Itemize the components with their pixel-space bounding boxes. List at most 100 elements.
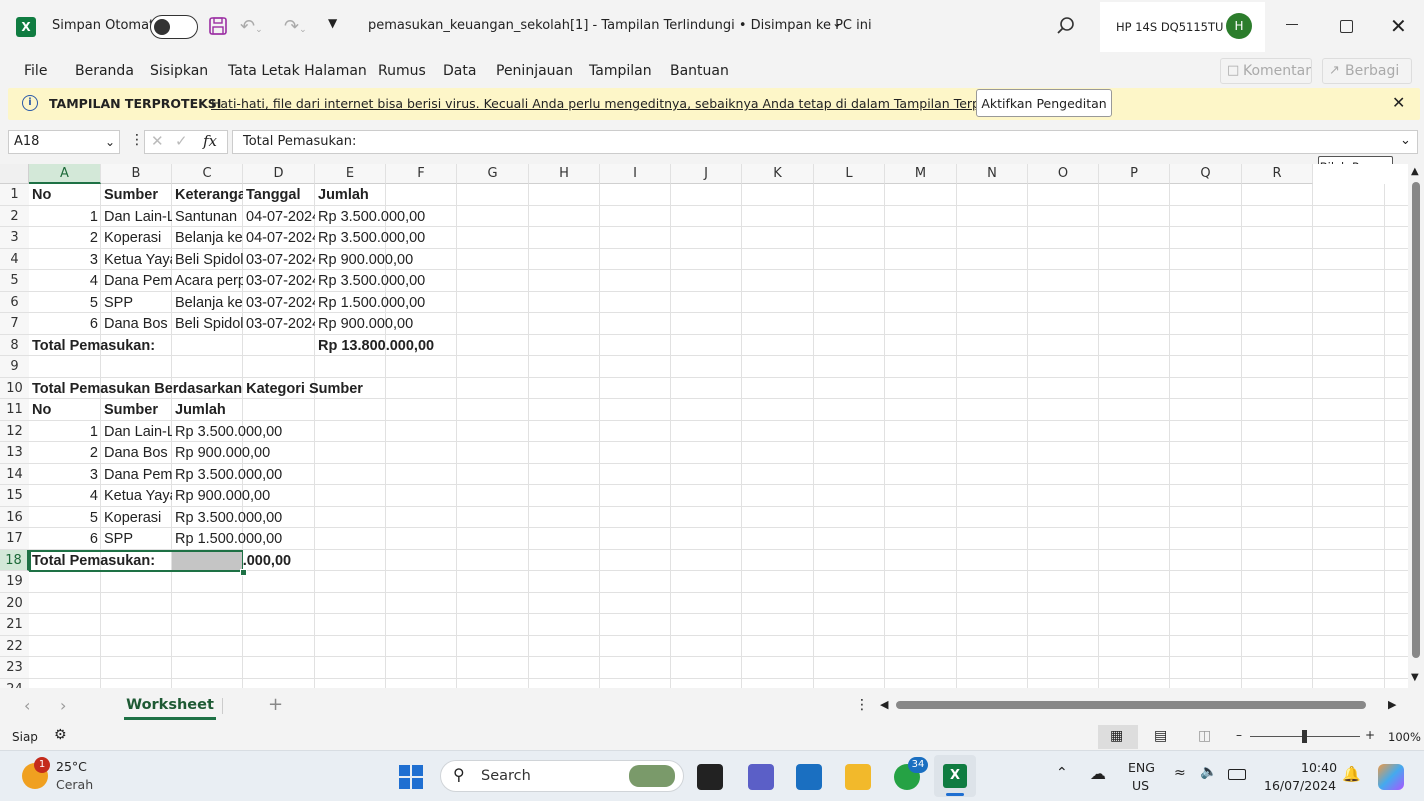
menu-tata-letak[interactable]: Tata Letak Halaman: [228, 63, 367, 79]
menu-tampilan[interactable]: Tampilan: [589, 63, 652, 79]
table1-keterangan[interactable]: Belanja ke: [172, 227, 243, 248]
table2-jumlah[interactable]: Rp 900.000,00: [172, 485, 270, 506]
column-header-m[interactable]: M: [885, 164, 957, 184]
taskbar-search[interactable]: ⚲ Search: [440, 760, 684, 792]
table2-no[interactable]: 6: [29, 528, 101, 549]
wifi-icon[interactable]: ≈: [1174, 765, 1186, 781]
customize-qat-icon[interactable]: ▼: [328, 16, 342, 36]
row-header-7[interactable]: 7: [0, 313, 29, 335]
row-header-11[interactable]: 11: [0, 399, 29, 421]
copilot-icon[interactable]: [1378, 764, 1404, 790]
table1-tanggal[interactable]: 04-07-2024: [243, 227, 315, 248]
page-break-icon[interactable]: ◫: [1198, 728, 1211, 744]
column-header-d[interactable]: D: [243, 164, 315, 184]
row-header-19[interactable]: 19: [0, 571, 29, 593]
menu-rumus[interactable]: Rumus: [378, 63, 426, 79]
table2-jumlah[interactable]: Rp 3.500.000,00: [172, 421, 282, 442]
close-window-button[interactable]: ✕: [1390, 14, 1407, 38]
table2-sumber[interactable]: Ketua Yayasan: [101, 485, 172, 506]
table2-header[interactable]: Sumber: [101, 399, 172, 420]
table2-jumlah[interactable]: Rp 3.500.000,00: [172, 507, 282, 528]
table1-total-label[interactable]: Total Pemasukan:: [29, 335, 155, 356]
table1-header[interactable]: No: [29, 184, 101, 205]
table1-tanggal[interactable]: 03-07-2024: [243, 313, 315, 334]
row-header-6[interactable]: 6: [0, 291, 29, 313]
table2-jumlah[interactable]: Rp 1.500.000,00: [172, 528, 282, 549]
zoom-out-button[interactable]: –: [1236, 728, 1242, 742]
column-header-j[interactable]: J: [671, 164, 742, 184]
table1-keterangan[interactable]: Santunan: [172, 206, 243, 227]
table2-sumber[interactable]: SPP: [101, 528, 172, 549]
row-header-14[interactable]: 14: [0, 463, 29, 485]
horizontal-scrollbar[interactable]: ◀ ▶: [880, 698, 1400, 712]
autosave-toggle[interactable]: [150, 15, 198, 39]
expand-formula-icon[interactable]: ⌄: [1400, 133, 1411, 148]
undo-icon[interactable]: ↶⌄: [240, 16, 268, 37]
column-header-a[interactable]: A: [29, 164, 101, 184]
enable-editing-button[interactable]: Aktifkan Pengeditan: [976, 89, 1112, 117]
add-sheet-button[interactable]: +: [268, 694, 283, 715]
more-options-icon[interactable]: ⋮: [130, 132, 144, 148]
store-icon[interactable]: [796, 764, 822, 790]
table2-header[interactable]: Jumlah: [172, 399, 243, 420]
formula-input[interactable]: Total Pemasukan:: [232, 130, 1418, 154]
zoom-slider-thumb[interactable]: [1302, 730, 1307, 743]
chevron-down-icon[interactable]: ⌄: [105, 131, 115, 153]
table1-header[interactable]: Sumber: [101, 184, 172, 205]
table1-no[interactable]: 4: [29, 270, 101, 291]
battery-icon[interactable]: [1228, 769, 1246, 780]
minimize-button[interactable]: [1286, 24, 1298, 25]
table2-sumber[interactable]: Koperasi: [101, 507, 172, 528]
zoom-level[interactable]: 100%: [1388, 730, 1421, 744]
table1-keterangan[interactable]: Beli Spidol: [172, 249, 243, 270]
close-bar-icon[interactable]: ✕: [1392, 93, 1405, 112]
table2-no[interactable]: 4: [29, 485, 101, 506]
column-header-r[interactable]: R: [1242, 164, 1313, 184]
table1-tanggal[interactable]: 04-07-2024: [243, 206, 315, 227]
row-header-9[interactable]: 9: [0, 356, 29, 378]
teams-icon[interactable]: [748, 764, 774, 790]
table2-sumber[interactable]: Dana Pemerintah: [101, 464, 172, 485]
table1-no[interactable]: 5: [29, 292, 101, 313]
table2-jumlah[interactable]: Rp 900.000,00: [172, 442, 270, 463]
show-hidden-icons[interactable]: ⌃: [1056, 765, 1068, 781]
column-header-c[interactable]: C: [172, 164, 243, 184]
table1-tanggal[interactable]: 03-07-2024: [243, 270, 315, 291]
vertical-scrollbar-track[interactable]: ▲ ▼: [1408, 164, 1424, 688]
table2-no[interactable]: 2: [29, 442, 101, 463]
table1-jumlah[interactable]: Rp 1.500.000,00: [315, 292, 425, 313]
table1-jumlah[interactable]: Rp 3.500.000,00: [315, 227, 425, 248]
zoom-in-button[interactable]: +: [1365, 728, 1375, 742]
table1-jumlah[interactable]: Rp 900.000,00: [315, 313, 413, 334]
row-header-18[interactable]: 18: [0, 549, 29, 571]
column-header-p[interactable]: P: [1099, 164, 1170, 184]
vertical-scroll-thumb[interactable]: [1412, 182, 1420, 658]
restore-button[interactable]: [1340, 20, 1353, 33]
table1-keterangan[interactable]: Acara perpisahan: [172, 270, 243, 291]
table1-keterangan[interactable]: Beli Spidol: [172, 313, 243, 334]
scroll-right-icon[interactable]: ▶: [1388, 698, 1396, 711]
table1-no[interactable]: 6: [29, 313, 101, 334]
table1-sumber[interactable]: Koperasi: [101, 227, 172, 248]
table1-header[interactable]: Keterangan: [172, 184, 243, 205]
cancel-icon[interactable]: ✕: [151, 132, 164, 150]
task-view-icon[interactable]: [697, 764, 723, 790]
menu-beranda[interactable]: Beranda: [75, 63, 134, 79]
prev-sheet-icon[interactable]: ‹: [24, 696, 30, 715]
table1-no[interactable]: 2: [29, 227, 101, 248]
menu-peninjauan[interactable]: Peninjauan: [496, 63, 573, 79]
spreadsheet-grid[interactable]: ABCDEFGHIJKLMNOPQR 1 2 3 4 5 6 7 8 9 10 11 12 13 14 15…: [0, 164, 1408, 688]
row-header-24[interactable]: 24: [0, 678, 29, 688]
column-header-n[interactable]: N: [957, 164, 1028, 184]
column-header-b[interactable]: B: [101, 164, 172, 184]
next-sheet-icon[interactable]: ›: [60, 696, 66, 715]
row-header-16[interactable]: 16: [0, 506, 29, 528]
column-header-i[interactable]: I: [600, 164, 671, 184]
table1-jumlah[interactable]: Rp 3.500.000,00: [315, 270, 425, 291]
name-box[interactable]: A18 ⌄: [8, 130, 120, 154]
normal-view-button[interactable]: ▦: [1098, 725, 1138, 749]
page-layout-icon[interactable]: ▤: [1154, 728, 1167, 744]
scroll-up-icon[interactable]: ▲: [1411, 166, 1419, 177]
volume-icon[interactable]: 🔈: [1200, 764, 1217, 780]
row-header-4[interactable]: 4: [0, 248, 29, 270]
